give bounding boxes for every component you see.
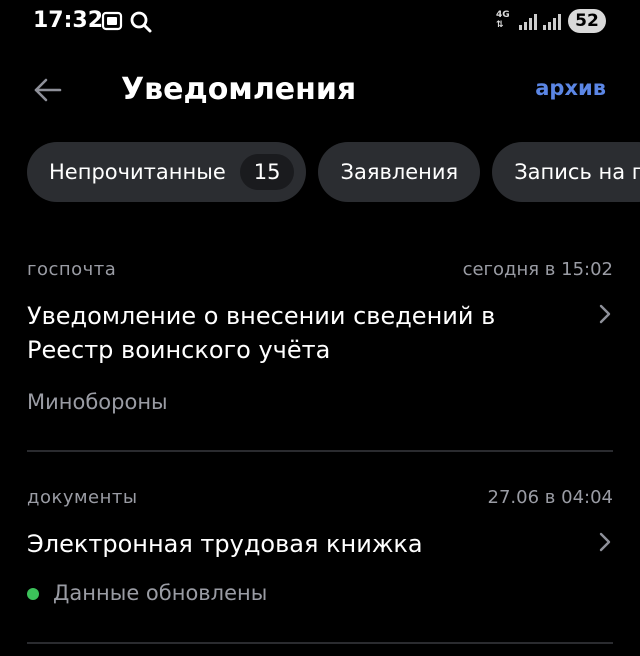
archive-link[interactable]: архив <box>535 76 606 100</box>
chevron-right-icon <box>599 532 611 552</box>
chevron-right-icon <box>599 304 611 324</box>
chip-applications[interactable]: Заявления <box>318 142 481 202</box>
notification-item[interactable]: документы 27.06 в 04:04 Электронная труд… <box>27 487 613 617</box>
battery-indicator: 52 <box>568 9 606 33</box>
notification-date: сегодня в 15:02 <box>462 259 613 280</box>
notification-category: документы <box>27 487 138 508</box>
back-button[interactable] <box>32 74 64 106</box>
chip-label: Заявления <box>340 160 459 184</box>
status-bar: 17:32 4G ⇅ 52 <box>0 0 640 44</box>
arrow-left-icon <box>34 78 62 102</box>
page-title: Уведомления <box>121 72 357 107</box>
unread-count-badge: 15 <box>239 154 295 190</box>
status-time: 17:32 <box>33 8 104 33</box>
chip-label: Непрочитанные <box>49 160 226 184</box>
signal-icon <box>518 13 538 35</box>
search-icon <box>129 10 153 38</box>
signal-icon-2 <box>542 13 562 35</box>
chip-label: Запись на п <box>514 160 640 184</box>
notification-date: 27.06 в 04:04 <box>487 487 613 508</box>
network-type: 4G ⇅ <box>496 10 510 30</box>
status-dot-icon <box>27 588 39 600</box>
notification-title: Электронная трудовая книжка <box>27 530 423 558</box>
notification-sender: Минобороны <box>27 390 168 414</box>
divider <box>27 450 613 452</box>
screen-record-icon <box>101 10 123 36</box>
chip-appointment[interactable]: Запись на п <box>492 142 640 202</box>
chip-unread[interactable]: Непрочитанные 15 <box>27 142 307 202</box>
notification-item[interactable]: госпочта сегодня в 15:02 Уведомление о в… <box>27 259 613 429</box>
divider <box>27 642 613 644</box>
notification-status: Данные обновлены <box>27 581 267 605</box>
notification-title: Уведомление о внесении сведений в Реестр… <box>27 302 496 364</box>
filter-chips: Непрочитанные 15 Заявления Запись на п <box>27 142 640 202</box>
notification-category: госпочта <box>27 259 117 280</box>
